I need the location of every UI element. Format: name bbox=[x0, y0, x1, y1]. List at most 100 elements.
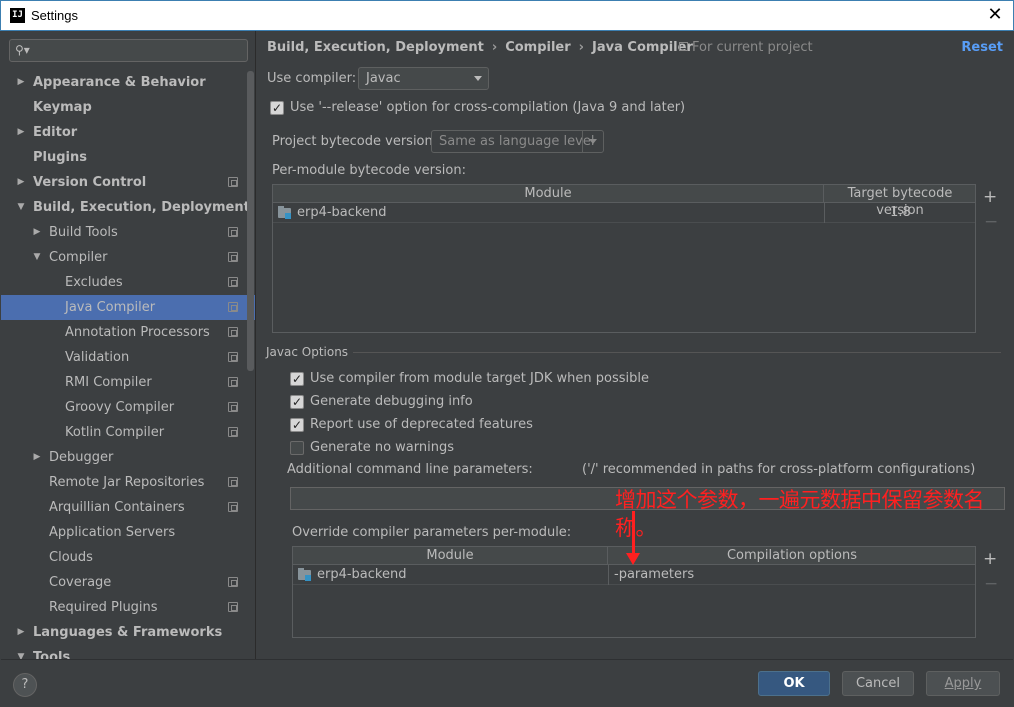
project-icon bbox=[679, 42, 688, 51]
remove-icon[interactable]: − bbox=[984, 214, 998, 231]
project-level-icon bbox=[228, 327, 238, 337]
checkbox-no-warnings[interactable]: ✓ bbox=[290, 441, 304, 455]
column-header-module[interactable]: Module bbox=[273, 185, 824, 203]
settings-sidebar: ⚲▾ ▶ Appearance & Behavior Keymap ▶ Editor Pl… bbox=[1, 31, 256, 659]
sidebar-item-compiler[interactable]: ▼ Compiler bbox=[1, 245, 255, 270]
checkbox-label: Use compiler from module target JDK when… bbox=[310, 371, 649, 386]
sidebar-item-label: RMI Compiler bbox=[65, 375, 152, 390]
table-row[interactable]: erp4-backend -parameters bbox=[293, 565, 975, 585]
red-annotation-text: 增加这个参数，一遍元数据中保留参数名称。 bbox=[615, 488, 985, 540]
add-icon[interactable]: + bbox=[983, 189, 997, 206]
sidebar-item-plugins[interactable]: Plugins bbox=[1, 145, 255, 170]
sidebar-item-label: Arquillian Containers bbox=[49, 500, 185, 515]
expand-right-icon[interactable]: ▶ bbox=[32, 220, 42, 245]
expand-down-icon[interactable]: ▼ bbox=[32, 245, 42, 270]
project-level-icon bbox=[228, 277, 238, 287]
breadcrumb-item: Compiler bbox=[505, 40, 571, 55]
sidebar-item-version-control[interactable]: ▶ Version Control bbox=[1, 170, 255, 195]
sidebar-item-arquillian-containers[interactable]: Arquillian Containers bbox=[1, 495, 255, 520]
apply-button[interactable]: Apply bbox=[926, 671, 1000, 696]
sidebar-item-build-tools[interactable]: ▶ Build Tools bbox=[1, 220, 255, 245]
expand-right-icon[interactable]: ▶ bbox=[16, 120, 26, 145]
reset-link[interactable]: Reset bbox=[961, 40, 1003, 55]
javac-options-title: Javac Options bbox=[266, 345, 349, 359]
project-level-icon bbox=[228, 227, 238, 237]
release-option-checkbox[interactable]: ✓ bbox=[270, 101, 284, 115]
sidebar-item-label: Debugger bbox=[49, 450, 114, 465]
sidebar-item-label: Application Servers bbox=[49, 525, 176, 540]
column-header-target-version[interactable]: Target bytecode version bbox=[824, 185, 976, 218]
sidebar-item-editor[interactable]: ▶ Editor bbox=[1, 120, 255, 145]
expand-right-icon[interactable]: ▶ bbox=[16, 70, 26, 95]
project-level-icon bbox=[228, 502, 238, 512]
compilation-options-cell[interactable]: -parameters bbox=[608, 565, 976, 585]
sidebar-item-tools[interactable]: ▼ Tools bbox=[1, 645, 255, 659]
table-header: Module Target bytecode version bbox=[273, 185, 976, 218]
sidebar-item-groovy-compiler[interactable]: Groovy Compiler bbox=[1, 395, 255, 420]
sidebar-item-languages-frameworks[interactable]: ▶ Languages & Frameworks bbox=[1, 620, 255, 645]
sidebar-item-build-execution-deployment[interactable]: ▼ Build, Execution, Deployment bbox=[1, 195, 255, 220]
column-header-module[interactable]: Module bbox=[293, 547, 608, 565]
per-module-table[interactable]: Module Target bytecode version erp4-back… bbox=[272, 184, 976, 333]
sidebar-item-annotation-processors[interactable]: Annotation Processors bbox=[1, 320, 255, 345]
target-version-cell[interactable]: 1.8 bbox=[824, 203, 976, 223]
window-title: Settings bbox=[31, 8, 78, 23]
release-option-label: Use '--release' option for cross-compila… bbox=[290, 100, 686, 115]
expand-right-icon[interactable]: ▶ bbox=[32, 445, 42, 470]
remove-icon[interactable]: − bbox=[984, 576, 998, 593]
sidebar-item-excludes[interactable]: Excludes bbox=[1, 270, 255, 295]
sidebar-item-label: Languages & Frameworks bbox=[33, 625, 223, 640]
module-folder-icon bbox=[278, 206, 292, 219]
breadcrumb-item: Java Compiler bbox=[592, 40, 693, 55]
sidebar-item-application-servers[interactable]: Application Servers bbox=[1, 520, 255, 545]
close-icon[interactable]: ✕ bbox=[985, 4, 1005, 26]
expand-down-icon[interactable]: ▼ bbox=[16, 195, 26, 220]
sidebar-item-keymap[interactable]: Keymap bbox=[1, 95, 255, 120]
sidebar-item-rmi-compiler[interactable]: RMI Compiler bbox=[1, 370, 255, 395]
sidebar-item-label: Tools bbox=[33, 650, 71, 659]
sidebar-scrollbar[interactable] bbox=[247, 71, 254, 371]
sidebar-item-required-plugins[interactable]: Required Plugins bbox=[1, 595, 255, 620]
expand-right-icon[interactable]: ▶ bbox=[16, 170, 26, 195]
project-level-icon bbox=[228, 352, 238, 362]
chevron-down-icon bbox=[589, 139, 597, 144]
checkbox-debugging-info[interactable]: ✓ bbox=[290, 395, 304, 409]
cancel-button[interactable]: Cancel bbox=[842, 671, 914, 696]
search-input[interactable]: ⚲▾ bbox=[9, 39, 248, 62]
table-row[interactable]: erp4-backend 1.8 bbox=[273, 203, 975, 223]
bytecode-version-select[interactable]: Same as language level bbox=[431, 130, 604, 153]
use-compiler-select[interactable]: Javac bbox=[358, 67, 489, 90]
checkbox-deprecated[interactable]: ✓ bbox=[290, 418, 304, 432]
expand-down-icon[interactable]: ▼ bbox=[16, 645, 26, 659]
help-icon[interactable]: ? bbox=[13, 673, 37, 697]
expand-right-icon[interactable]: ▶ bbox=[16, 620, 26, 645]
chevron-down-icon bbox=[474, 76, 482, 81]
project-level-icon bbox=[228, 577, 238, 587]
for-current-project-hint: For current project bbox=[679, 40, 813, 55]
sidebar-item-validation[interactable]: Validation bbox=[1, 345, 255, 370]
sidebar-item-label: Plugins bbox=[33, 150, 87, 165]
column-header-compilation-options[interactable]: Compilation options bbox=[608, 547, 976, 565]
sidebar-item-label: Kotlin Compiler bbox=[65, 425, 165, 440]
ok-button[interactable]: OK bbox=[758, 671, 830, 696]
sidebar-item-remote-jar-repositories[interactable]: Remote Jar Repositories bbox=[1, 470, 255, 495]
sidebar-item-kotlin-compiler[interactable]: Kotlin Compiler bbox=[1, 420, 255, 445]
sidebar-item-java-compiler[interactable]: Java Compiler bbox=[1, 295, 255, 320]
sidebar-item-label: Build Tools bbox=[49, 225, 118, 240]
group-divider bbox=[353, 352, 1001, 353]
sidebar-item-debugger[interactable]: ▶ Debugger bbox=[1, 445, 255, 470]
sidebar-item-clouds[interactable]: Clouds bbox=[1, 545, 255, 570]
checkbox-target-jdk[interactable]: ✓ bbox=[290, 372, 304, 386]
add-icon[interactable]: + bbox=[983, 551, 997, 568]
module-name-cell: erp4-backend bbox=[317, 567, 407, 582]
sidebar-item-label: Keymap bbox=[33, 100, 92, 115]
bytecode-version-value: Same as language level bbox=[439, 134, 595, 149]
sidebar-item-label: Editor bbox=[33, 125, 78, 140]
override-label: Override compiler parameters per-module: bbox=[292, 525, 572, 540]
project-level-icon bbox=[228, 427, 238, 437]
sidebar-item-appearance-behavior[interactable]: ▶ Appearance & Behavior bbox=[1, 70, 255, 95]
breadcrumb: Build, Execution, Deployment › Compiler › Ja… bbox=[267, 40, 693, 55]
sidebar-item-label: Compiler bbox=[49, 250, 108, 265]
sidebar-item-coverage[interactable]: Coverage bbox=[1, 570, 255, 595]
project-level-icon bbox=[228, 477, 238, 487]
